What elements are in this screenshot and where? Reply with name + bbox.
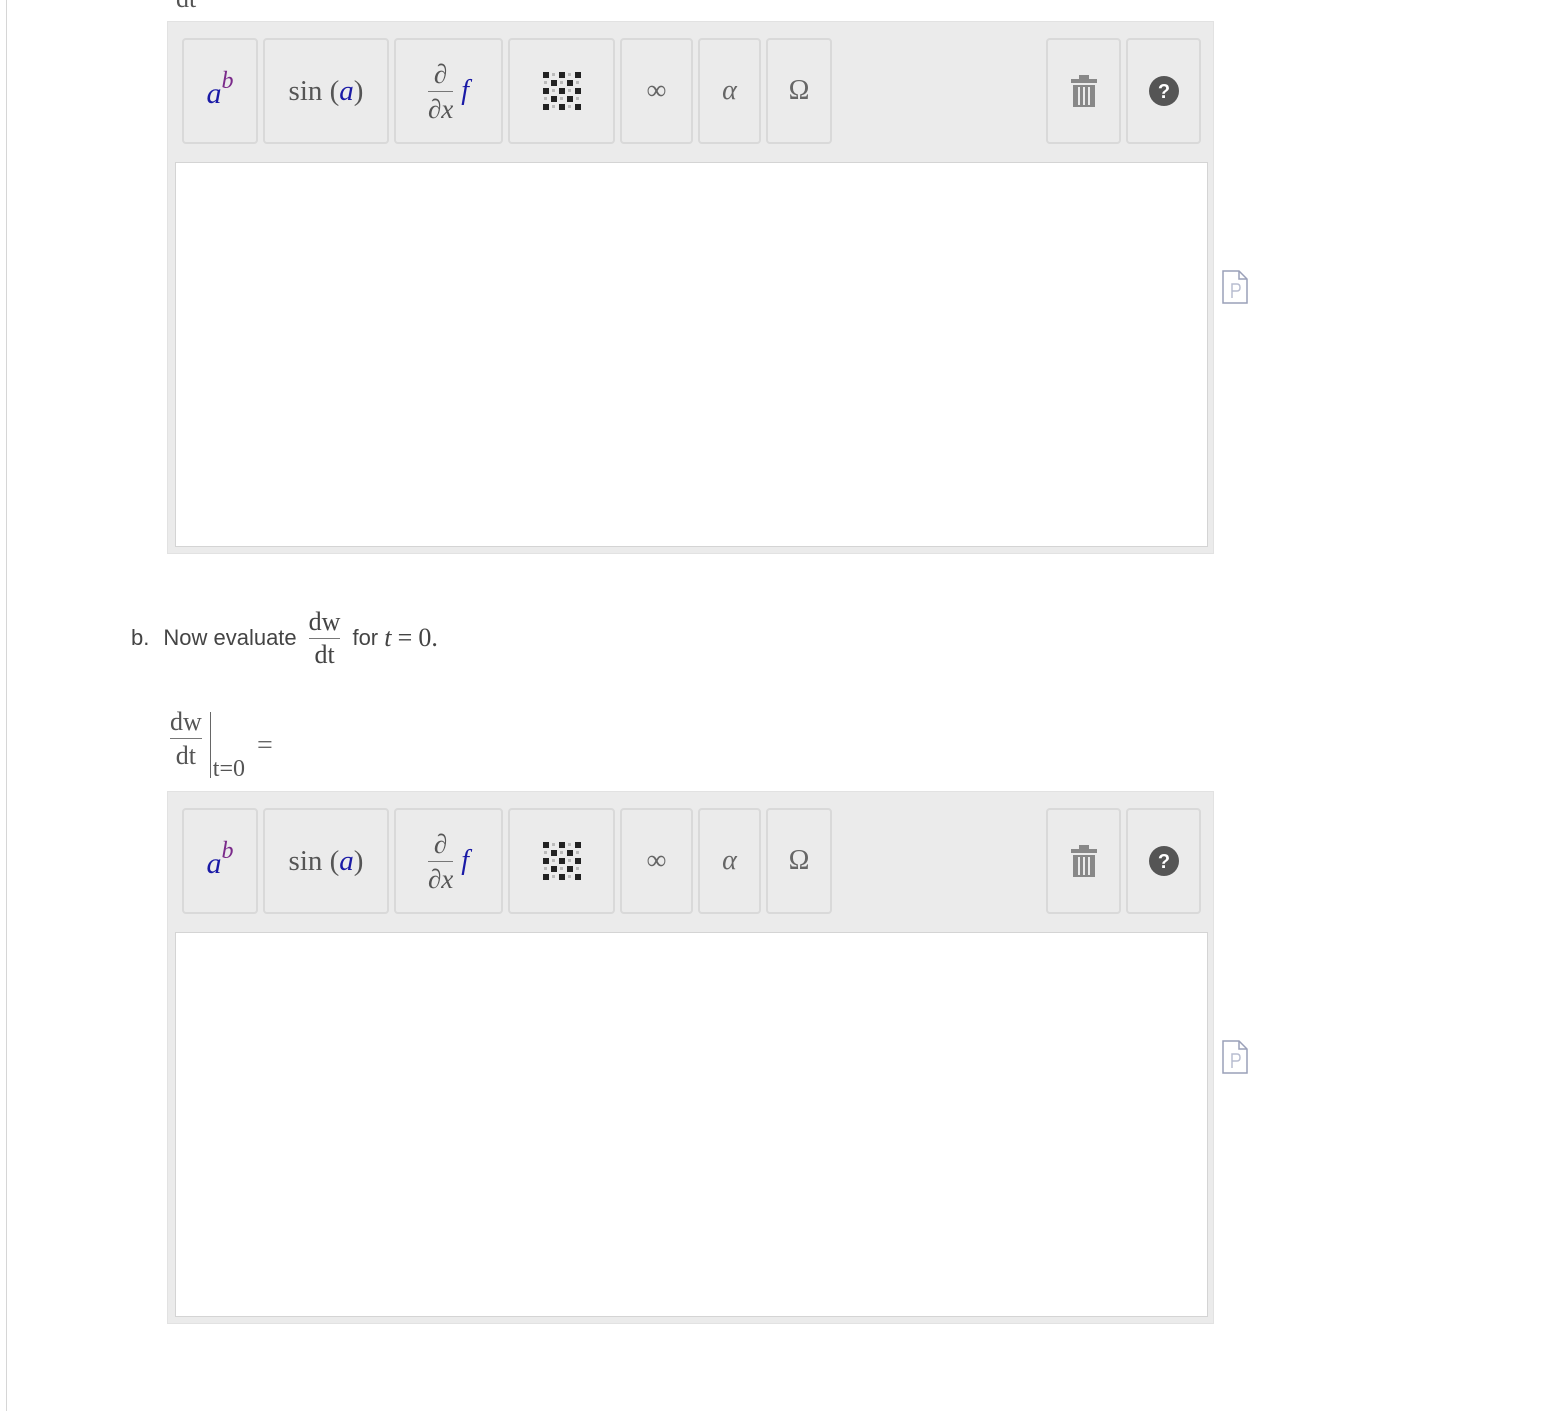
math-input-area[interactable] xyxy=(175,932,1208,1317)
evaluation-equals: = xyxy=(256,730,273,761)
matrix-button[interactable] xyxy=(508,38,615,144)
derivative-icon: ∂ ∂x f xyxy=(427,58,470,124)
help-icon: ? xyxy=(1148,76,1179,106)
math-toolbar: ab sin (a) ∂ ∂x f ∞ α Ω ? xyxy=(168,22,1213,162)
derivative-icon: ∂ ∂x f xyxy=(427,828,470,894)
math-editor-2: ab sin (a) ∂ ∂x f ∞ α Ω ? xyxy=(167,791,1214,1324)
document-icon[interactable] xyxy=(1222,270,1248,304)
trash-icon xyxy=(1070,845,1097,877)
sin-icon: sin (a) xyxy=(288,74,364,107)
help-icon: ? xyxy=(1148,846,1179,876)
infinity-button[interactable]: ∞ xyxy=(620,38,693,144)
omega-icon: Ω xyxy=(788,845,810,876)
omega-icon: Ω xyxy=(788,75,810,106)
alpha-icon: α xyxy=(722,75,737,106)
power-icon: ab xyxy=(206,67,234,110)
derivative-button[interactable]: ∂ ∂x f xyxy=(394,808,503,914)
help-button[interactable]: ? xyxy=(1126,38,1201,144)
infinity-icon: ∞ xyxy=(646,75,667,106)
power-icon: ab xyxy=(206,837,234,880)
question-fraction: dw dt xyxy=(308,606,341,669)
question-for: for xyxy=(352,625,379,650)
document-icon[interactable] xyxy=(1222,1040,1248,1074)
question-variable: t xyxy=(384,623,392,652)
trash-icon xyxy=(1070,75,1097,107)
function-button[interactable]: sin (a) xyxy=(263,38,389,144)
infinity-button[interactable]: ∞ xyxy=(620,808,693,914)
question-equals: = xyxy=(397,623,413,652)
math-editor-1: ab sin (a) ∂ ∂x f ∞ α Ω ? xyxy=(167,21,1214,554)
matrix-icon xyxy=(542,842,581,880)
clear-button[interactable] xyxy=(1046,808,1121,914)
help-button[interactable]: ? xyxy=(1126,808,1201,914)
evaluation-subscript: t=0 xyxy=(212,756,245,782)
omega-button[interactable]: Ω xyxy=(766,808,832,914)
evaluation-bar xyxy=(209,712,211,778)
omega-button[interactable]: Ω xyxy=(766,38,832,144)
math-toolbar: ab sin (a) ∂ ∂x f ∞ α Ω ? xyxy=(168,792,1213,932)
matrix-icon xyxy=(542,72,581,110)
infinity-icon: ∞ xyxy=(646,845,667,876)
svg-text:?: ? xyxy=(1157,81,1169,103)
alpha-button[interactable]: α xyxy=(698,38,761,144)
question-text: Now evaluate xyxy=(163,625,297,650)
alpha-button[interactable]: α xyxy=(698,808,761,914)
matrix-button[interactable] xyxy=(508,808,615,914)
svg-text:?: ? xyxy=(1157,851,1169,873)
left-border xyxy=(6,0,7,1411)
question-label: b. xyxy=(131,625,150,650)
derivative-button[interactable]: ∂ ∂x f xyxy=(394,38,503,144)
cropped-fraction-denominator: dt xyxy=(176,0,196,14)
power-button[interactable]: ab xyxy=(182,38,258,144)
sin-icon: sin (a) xyxy=(288,844,364,877)
clear-button[interactable] xyxy=(1046,38,1121,144)
question-b: b. Now evaluate dw dt for t = 0. xyxy=(131,603,438,673)
alpha-icon: α xyxy=(722,845,737,876)
evaluation-fraction: dw dt xyxy=(170,707,202,770)
function-button[interactable]: sin (a) xyxy=(263,808,389,914)
power-button[interactable]: ab xyxy=(182,808,258,914)
evaluation-expression: dw dt t=0 = xyxy=(170,708,273,788)
question-value: 0. xyxy=(418,623,438,652)
math-input-area[interactable] xyxy=(175,162,1208,547)
